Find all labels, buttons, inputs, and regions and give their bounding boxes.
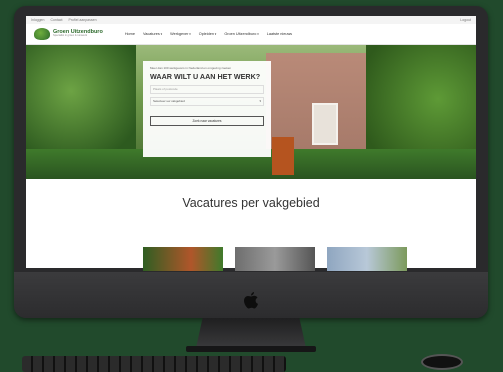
chevron-down-icon: ▾	[259, 99, 261, 103]
hero-garden-sign	[272, 137, 294, 175]
category-thumbnails	[143, 247, 407, 271]
apple-logo-icon	[243, 292, 259, 310]
site-logo[interactable]: Groen Uitzendburo Specialist in groen & …	[34, 28, 103, 40]
nav-item-groen-uitzendburo[interactable]: Groen Uitzendburo	[224, 32, 258, 36]
keyboard	[22, 356, 286, 372]
search-title: WAAR WILT U AAN HET WERK?	[150, 72, 261, 81]
nav-item-vacatures[interactable]: Vacatures	[143, 32, 162, 36]
nav-item-home[interactable]: Home	[125, 32, 135, 36]
nav-menu: Home Vacatures Werkgever Opleiden Groen …	[125, 32, 292, 36]
category-thumb-boomverzorging[interactable]	[327, 247, 407, 271]
job-search-box: Meer dan 100 werkgevers in Nederland en …	[143, 61, 271, 157]
search-jobs-button[interactable]: Zoek naar vacatures	[150, 116, 264, 126]
topbar-link-contact[interactable]: Contact	[50, 18, 62, 22]
nav-item-nieuws[interactable]: Laatste nieuws	[267, 32, 292, 36]
nav-item-opleiden[interactable]: Opleiden	[199, 32, 217, 36]
imac-stand	[196, 318, 306, 348]
search-intro: Meer dan 100 werkgevers in Nederland en …	[150, 66, 232, 70]
imac-monitor: Inloggen Contact Profiel aanpassen Logou…	[14, 6, 488, 318]
hero-banner: Meer dan 100 werkgevers in Nederland en …	[26, 45, 476, 179]
topbar-link-login[interactable]: Inloggen	[31, 18, 44, 22]
nav-item-werkgever[interactable]: Werkgever	[170, 32, 191, 36]
category-thumb-hovenier[interactable]	[143, 247, 223, 271]
topbar-link-profile[interactable]: Profiel aanpassen	[69, 18, 97, 22]
vakgebied-select[interactable]: Selecteer uw vakgebied ▾	[150, 97, 264, 106]
website-screen: Inloggen Contact Profiel aanpassen Logou…	[26, 16, 476, 268]
location-input[interactable]: Plaats of postcode	[150, 85, 264, 94]
category-thumb-machines[interactable]	[235, 247, 315, 271]
hero-window	[312, 103, 338, 145]
top-utility-bar: Inloggen Contact Profiel aanpassen Logou…	[26, 16, 476, 24]
vakgebied-select-value: Selecteer uw vakgebied	[153, 99, 185, 103]
imac-stand-base	[186, 346, 316, 352]
logo-tagline: Specialist in groen & tuinwerk	[53, 34, 88, 38]
main-navbar: Groen Uitzendburo Specialist in groen & …	[26, 24, 476, 45]
section-title: Vacatures per vakgebied	[182, 196, 320, 210]
mouse	[421, 354, 463, 370]
logo-leaf-icon	[34, 28, 50, 40]
topbar-link-logout[interactable]: Logout	[460, 18, 471, 22]
